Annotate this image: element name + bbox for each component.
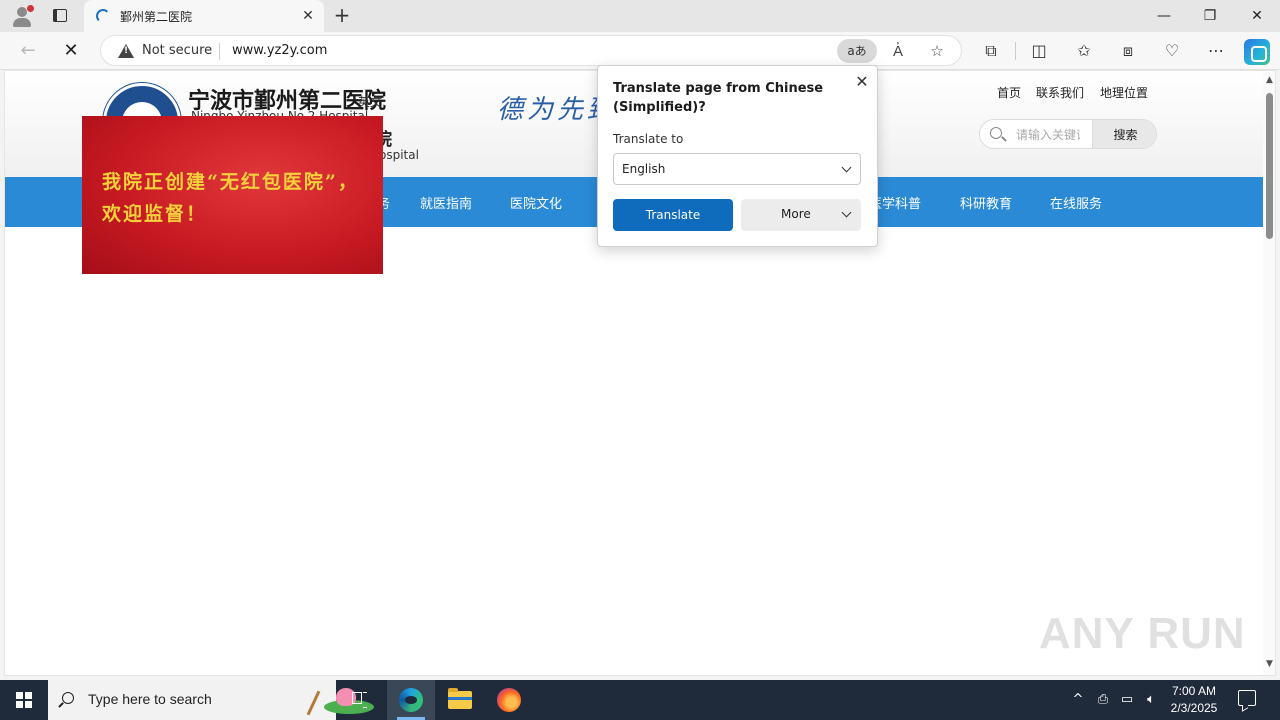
popup-ad-banner[interactable]: 我院正创建“无红包医院”，欢迎监督！ [82,116,383,274]
url-text[interactable]: www.yz2y.com [232,43,327,58]
toplink-location[interactable]: 地理位置 [1100,84,1148,101]
close-window-button[interactable]: ✕ [1234,0,1280,32]
copilot-icon[interactable] [1244,39,1270,65]
star-icon[interactable]: ☆ [926,40,948,62]
search-button[interactable]: 搜索 [1092,120,1156,148]
clock-time: 7:00 AM [1171,684,1217,698]
toplink-home[interactable]: 首页 [997,84,1021,101]
windows-logo-icon [16,692,32,708]
translate-dialog: Translate page from Chinese (Simplified)… [597,65,878,247]
loading-spinner-icon [96,9,110,23]
clock-date: 2/3/2025 [1170,701,1218,715]
language-select-value: English [622,162,666,176]
nav-item-culture[interactable]: 医院文化 [510,193,562,212]
hospital-english-fragment: ospital [379,148,419,162]
anyrun-watermark: ANY RUN [1039,609,1246,658]
more-button-label: More [781,207,811,221]
translate-to-label: Translate to [613,132,684,146]
clock[interactable]: 7:00 AM 2/3/2025 [1160,683,1228,717]
tray-chevron-icon[interactable]: ^ [1068,690,1088,710]
site-search: 请输入关键词 搜索 [979,119,1157,149]
notification-dot [27,5,34,12]
scroll-thumb[interactable] [1266,93,1273,239]
translate-button[interactable]: Translate [613,199,733,231]
security-label[interactable]: Not secure [142,43,212,58]
toplink-contact[interactable]: 联系我们 [1036,84,1084,101]
network-icon[interactable]: ▭ [1117,690,1137,710]
nav-item-guide[interactable]: 就医指南 [420,193,472,212]
page-scrollbar[interactable]: ▲ ▼ [1263,71,1275,675]
close-icon[interactable]: ✕ [852,72,872,92]
task-view-icon [352,692,368,708]
edge-icon [399,688,423,712]
notification-center-icon[interactable] [1238,690,1256,706]
hospital-name-fragment: 英文 [358,95,383,109]
back-arrow-icon[interactable]: ← [15,38,41,64]
taskbar-firefox[interactable] [485,680,533,720]
scroll-up-icon[interactable]: ▲ [1265,75,1274,85]
taskbar-search-placeholder: Type here to search [88,691,212,707]
chevron-down-icon [841,162,852,173]
ellipsis-icon[interactable]: ⋯ [1204,39,1228,63]
minimize-button[interactable]: — [1141,0,1187,32]
heartbeat-icon[interactable]: ♡ [1160,39,1184,63]
translate-icon[interactable]: aあ [837,39,877,63]
search-icon [990,127,1002,139]
tab-title: 鄞州第二医院 [120,10,193,24]
search-input[interactable]: 请输入关键词 [1016,126,1080,143]
tab-actions-icon[interactable] [50,6,70,26]
search-icon [62,692,74,704]
new-tab-button[interactable]: + [330,4,354,28]
taskbar-file-explorer[interactable] [436,680,484,720]
address-bar[interactable]: ! Not secure www.yz2y.com aあ A͐ ☆ [100,35,962,66]
start-button[interactable] [0,680,48,720]
folder-icon [448,688,472,709]
puzzle-icon[interactable]: ⧉ [979,39,1003,63]
nav-item-online[interactable]: 在线服务 [1050,193,1102,212]
tab-close-icon[interactable]: ✕ [298,6,318,26]
meet-now-icon[interactable]: ⎙ [1093,690,1113,710]
windows-taskbar: Type here to search ^ ⎙ ▭ 🔈︎ 7:00 AM 2/3… [0,680,1280,720]
browser-tab[interactable]: 鄞州第二医院 ✕ [84,0,324,32]
scroll-down-icon[interactable]: ▼ [1265,659,1274,669]
language-select[interactable]: English [613,153,861,185]
task-view-button[interactable] [336,680,384,720]
more-button[interactable]: More [741,199,861,231]
translate-dialog-title: Translate page from Chinese (Simplified)… [613,81,824,115]
tab-strip: 鄞州第二医院 ✕ + — ❐ ✕ [0,0,1280,32]
firefox-icon [497,688,521,712]
restore-button[interactable]: ❐ [1187,0,1233,32]
profile-avatar-icon[interactable] [10,4,34,28]
favorites-icon[interactable]: ✩ [1072,39,1096,63]
stop-icon[interactable]: ✕ [58,38,84,64]
collections-icon[interactable]: ⧈ [1116,39,1140,63]
taskbar-search[interactable]: Type here to search [48,680,374,720]
nav-item-research[interactable]: 科研教育 [960,193,1012,212]
chevron-down-icon [841,207,852,218]
taskbar-edge[interactable] [387,680,435,720]
volume-icon[interactable]: 🔈︎ [1141,690,1161,710]
popup-ad-text: 我院正创建“无红包医院”，欢迎监督！ [102,171,359,225]
split-screen-icon[interactable]: ◫ [1027,39,1051,63]
read-aloud-icon[interactable]: A͐ [887,40,909,62]
